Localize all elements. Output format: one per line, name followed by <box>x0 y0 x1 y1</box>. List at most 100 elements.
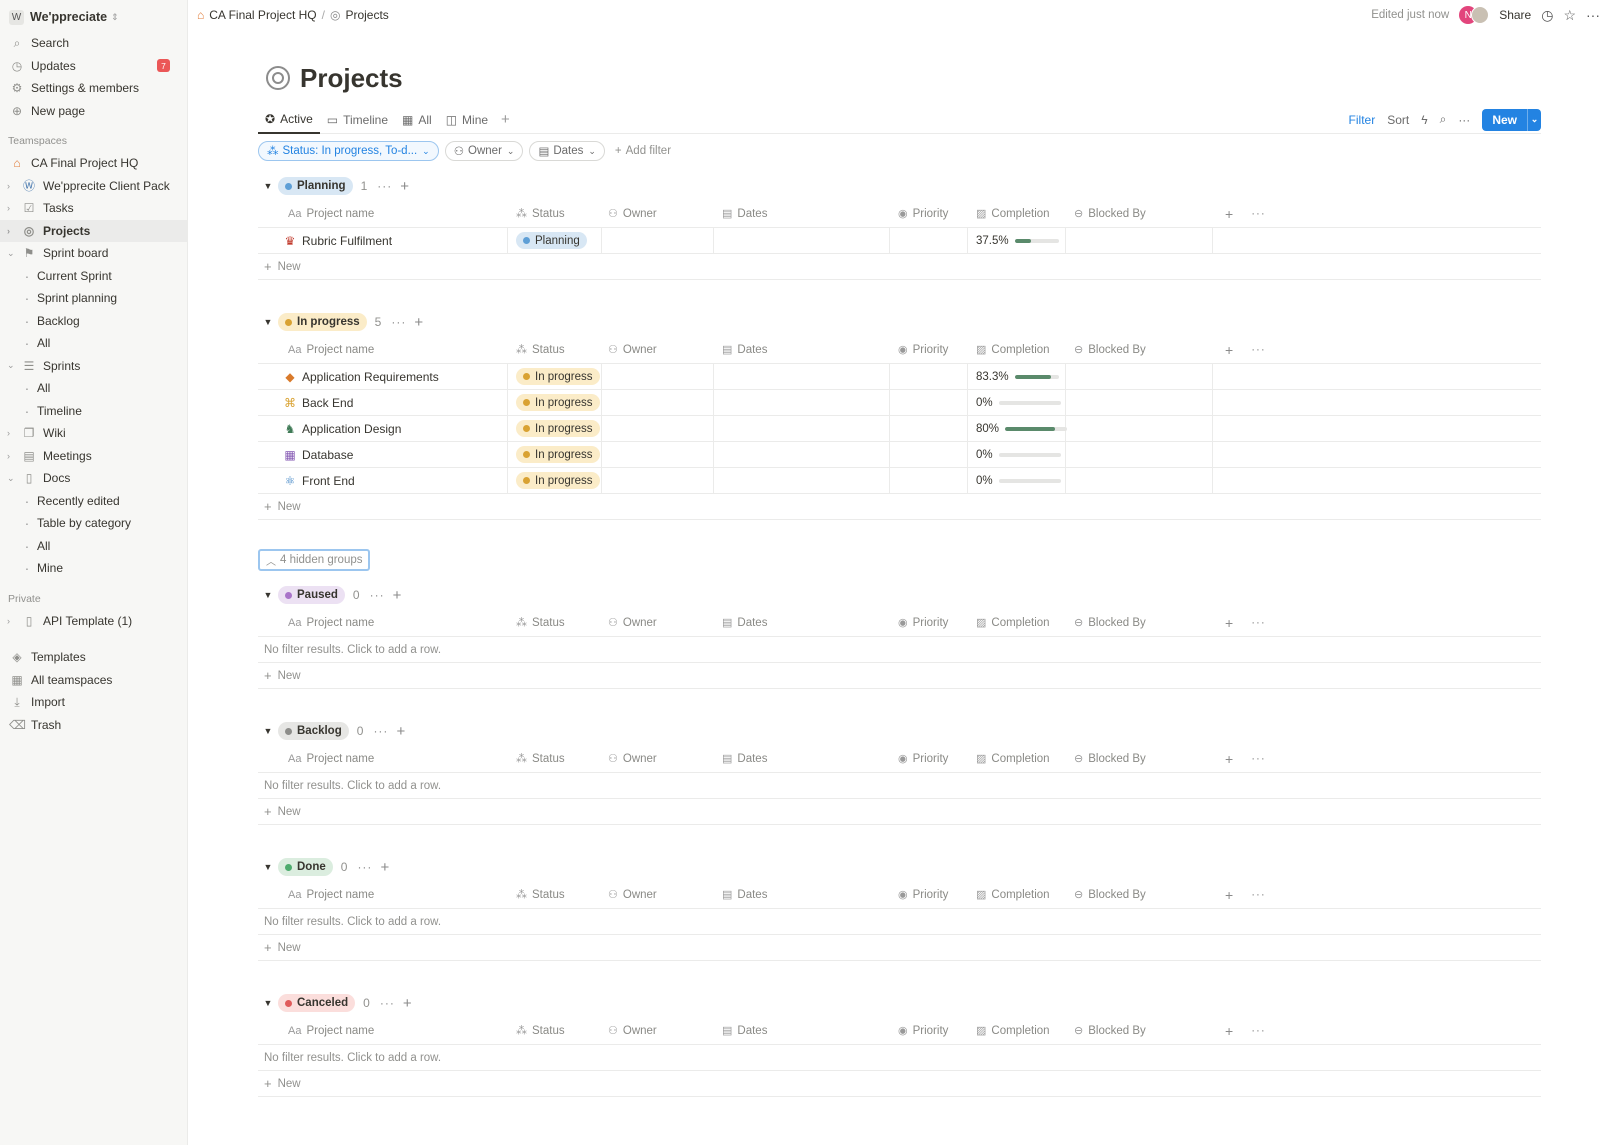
sidebar-item-projects[interactable]: › ◎ Projects <box>0 219 187 242</box>
tab-all[interactable]: ▦ All <box>395 106 439 134</box>
priority-cell[interactable] <box>890 468 968 493</box>
table-row[interactable]: ⚛ Front End In progress 0% <box>258 468 1541 494</box>
priority-cell[interactable] <box>890 228 968 253</box>
completion-cell[interactable]: 0% <box>968 442 1066 467</box>
triangle-down-icon[interactable]: ▼ <box>258 998 278 1008</box>
status-cell[interactable]: In progress <box>508 416 602 441</box>
column-header[interactable]: ⊖ Blocked By <box>1066 1017 1213 1044</box>
column-header[interactable]: ▤ Dates <box>714 745 890 772</box>
more-icon[interactable]: ··· <box>357 860 372 874</box>
column-header[interactable]: ⚇ Owner <box>602 336 714 363</box>
blocked-by-cell[interactable] <box>1066 468 1213 493</box>
table-row[interactable]: ⌘ Back End In progress 0% <box>258 390 1541 416</box>
more-icon[interactable]: ··· <box>1458 113 1470 127</box>
column-header[interactable]: ◉ Priority <box>890 336 968 363</box>
sidebar-item-import[interactable]: ⤓ Import <box>0 691 187 714</box>
status-cell[interactable]: Planning <box>508 228 602 253</box>
owner-cell[interactable] <box>602 416 714 441</box>
completion-cell[interactable]: 0% <box>968 468 1066 493</box>
owner-cell[interactable] <box>602 442 714 467</box>
sidebar-item-settings[interactable]: ⚙ Settings & members <box>0 77 187 100</box>
priority-cell[interactable] <box>890 416 968 441</box>
column-header[interactable]: Aa Project name <box>258 200 508 227</box>
group-pill[interactable]: Backlog <box>278 722 349 740</box>
triangle-down-icon[interactable]: ▼ <box>258 317 278 327</box>
sidebar-item-all[interactable]: · All <box>0 332 187 355</box>
chevron-right-icon[interactable]: › <box>7 226 10 236</box>
column-header[interactable]: ▨ Completion <box>968 609 1066 636</box>
column-header[interactable]: Aa Project name <box>258 1017 508 1044</box>
status-filter-chip[interactable]: ⁂ Status: In progress, To-d... ⌄ <box>258 141 439 161</box>
column-header[interactable]: ⚇ Owner <box>602 1017 714 1044</box>
new-button[interactable]: New ⌄ <box>1482 108 1541 131</box>
add-row-icon[interactable]: + <box>403 995 412 1012</box>
priority-cell[interactable] <box>890 364 968 389</box>
column-header[interactable]: ⁂ Status <box>508 745 602 772</box>
owner-cell[interactable] <box>602 228 714 253</box>
more-icon[interactable]: ··· <box>1233 336 1266 363</box>
table-row[interactable]: ♛ Rubric Fulfilment Planning 37.5% <box>258 228 1541 254</box>
sidebar-item-mine[interactable]: · Mine <box>0 557 187 580</box>
column-header[interactable]: ⊖ Blocked By <box>1066 200 1213 227</box>
sidebar-item-docs-all[interactable]: · All <box>0 535 187 558</box>
sidebar-item-ca-final-project-hq[interactable]: ⌂ CA Final Project HQ <box>0 152 187 175</box>
chevron-right-icon[interactable]: › <box>7 203 10 213</box>
column-header[interactable]: ⚇ Owner <box>602 745 714 772</box>
new-row-button[interactable]: + New <box>258 1071 1541 1097</box>
table-row[interactable]: ◆ Application Requirements In progress 83.3… <box>258 364 1541 390</box>
new-row-button[interactable]: + New <box>258 254 1541 280</box>
project-name-cell[interactable]: ♛ Rubric Fulfilment <box>258 228 508 253</box>
priority-cell[interactable] <box>890 442 968 467</box>
column-header[interactable]: ▤ Dates <box>714 609 890 636</box>
add-column-icon[interactable]: + <box>1213 336 1233 363</box>
blocked-by-cell[interactable] <box>1066 364 1213 389</box>
breadcrumb-item[interactable]: CA Final Project HQ <box>209 8 316 22</box>
column-header[interactable]: ▤ Dates <box>714 200 890 227</box>
completion-cell[interactable]: 80% <box>968 416 1068 441</box>
chevron-down-icon[interactable]: ⌄ <box>7 248 15 259</box>
tab-mine[interactable]: ◫ Mine <box>439 106 495 134</box>
tab-timeline[interactable]: ▭ Timeline <box>320 106 395 134</box>
project-name-cell[interactable]: ♞ Application Design <box>258 416 508 441</box>
chevron-down-icon[interactable]: ⌄ <box>7 473 15 484</box>
empty-message[interactable]: No filter results. Click to add a row. <box>258 909 1541 935</box>
group-pill[interactable]: Paused <box>278 586 345 604</box>
chevron-right-icon[interactable]: › <box>7 616 10 626</box>
star-icon[interactable]: ☆ <box>1563 7 1576 24</box>
more-icon[interactable]: ··· <box>1233 200 1266 227</box>
status-cell[interactable]: In progress <box>508 442 602 467</box>
status-cell[interactable]: In progress <box>508 390 602 415</box>
lightning-icon[interactable]: ϟ <box>1421 113 1427 127</box>
group-pill[interactable]: Done <box>278 858 333 876</box>
project-name-cell[interactable]: ◆ Application Requirements <box>258 364 508 389</box>
add-row-icon[interactable]: + <box>414 314 423 331</box>
sidebar-item-sprints-all[interactable]: · All <box>0 377 187 400</box>
sidebar-item-recently-edited[interactable]: · Recently edited <box>0 490 187 513</box>
owner-filter-chip[interactable]: ⚇ Owner ⌄ <box>444 141 524 161</box>
sidebar-item-trash[interactable]: ⌫ Trash <box>0 714 187 737</box>
column-header[interactable]: ⊖ Blocked By <box>1066 336 1213 363</box>
column-header[interactable]: ◉ Priority <box>890 200 968 227</box>
blocked-by-cell[interactable] <box>1066 390 1213 415</box>
dates-cell[interactable] <box>714 364 890 389</box>
filter-button[interactable]: Filter <box>1349 113 1376 127</box>
new-row-button[interactable]: + New <box>258 663 1541 689</box>
project-name-cell[interactable]: ▦ Database <box>258 442 508 467</box>
sidebar-item-backlog[interactable]: · Backlog <box>0 310 187 333</box>
completion-cell[interactable]: 83.3% <box>968 364 1066 389</box>
more-icon[interactable]: ··· <box>1233 1017 1266 1044</box>
status-cell[interactable]: In progress <box>508 468 602 493</box>
dates-cell[interactable] <box>714 228 890 253</box>
column-header[interactable]: ⚇ Owner <box>602 200 714 227</box>
sort-button[interactable]: Sort <box>1387 113 1409 127</box>
empty-message[interactable]: No filter results. Click to add a row. <box>258 773 1541 799</box>
sidebar-item-templates[interactable]: ◈ Templates <box>0 646 187 669</box>
column-header[interactable]: ▤ Dates <box>714 881 890 908</box>
history-icon[interactable]: ◷ <box>1541 7 1553 24</box>
sidebar-item-search[interactable]: ⌕ Search <box>0 32 187 55</box>
dates-cell[interactable] <box>714 390 890 415</box>
sidebar-item-all-teamspaces[interactable]: ▦ All teamspaces <box>0 669 187 692</box>
column-header[interactable]: ▨ Completion <box>968 881 1066 908</box>
sidebar-item-wiki[interactable]: › ❐ Wiki <box>0 422 187 445</box>
project-name-cell[interactable]: ⌘ Back End <box>258 390 508 415</box>
